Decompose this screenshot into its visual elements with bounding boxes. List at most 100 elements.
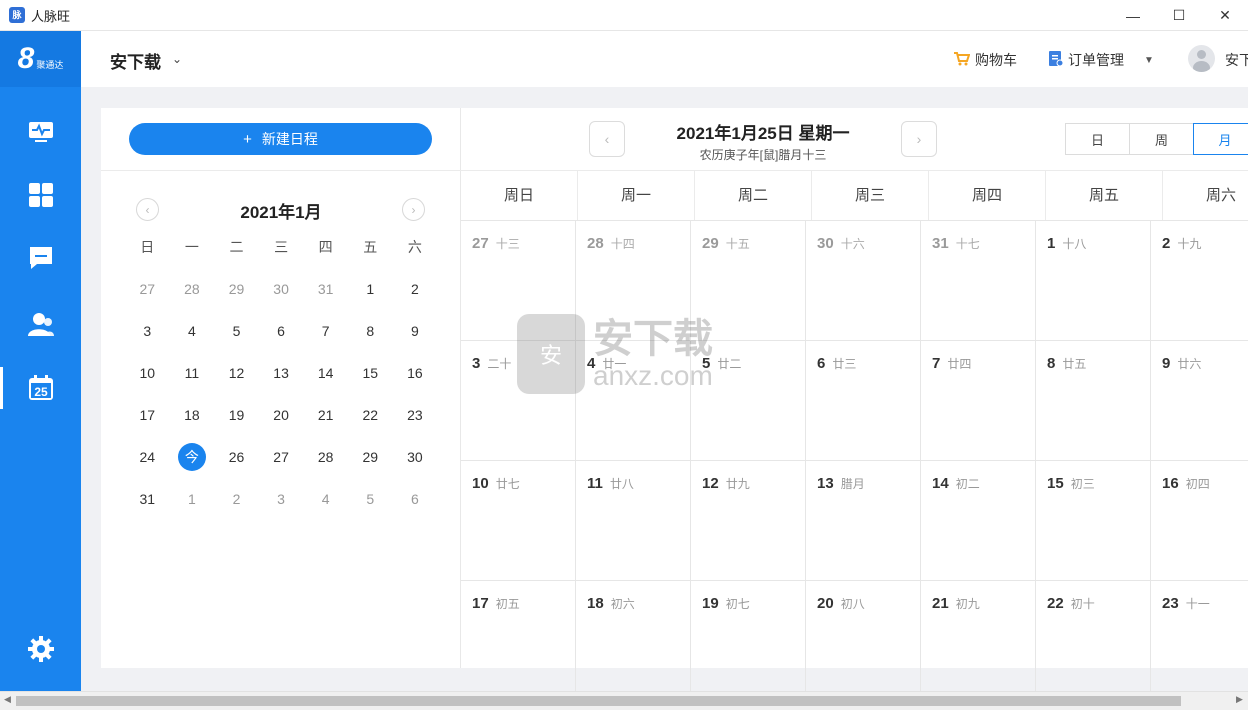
mini-day[interactable]: 1 bbox=[170, 491, 215, 507]
view-week-button[interactable]: 周 bbox=[1130, 124, 1194, 154]
mini-day[interactable]: 10 bbox=[125, 365, 170, 381]
avatar[interactable] bbox=[1188, 45, 1215, 72]
month-day-cell[interactable]: 23 十一 bbox=[1151, 581, 1248, 701]
mini-day[interactable]: 5 bbox=[348, 491, 393, 507]
month-day-cell[interactable]: 19 初七 bbox=[691, 581, 806, 701]
mini-day[interactable]: 18 bbox=[170, 407, 215, 423]
orders-link[interactable]: 订单管理 ▼ bbox=[1049, 50, 1154, 70]
month-day-cell[interactable]: 31 十七 bbox=[921, 221, 1036, 341]
mini-day[interactable]: 4 bbox=[303, 491, 348, 507]
mini-day[interactable]: 12 bbox=[214, 365, 259, 381]
scroll-right-icon[interactable]: ▶ bbox=[1236, 694, 1243, 705]
mini-day[interactable]: 23 bbox=[393, 407, 438, 423]
mini-day[interactable]: 5 bbox=[214, 323, 259, 339]
mini-day[interactable]: 19 bbox=[214, 407, 259, 423]
month-day-cell[interactable]: 29 十五 bbox=[691, 221, 806, 341]
month-day-cell[interactable]: 27 十三 bbox=[461, 221, 576, 341]
mini-day[interactable]: 13 bbox=[259, 365, 304, 381]
mini-day[interactable]: 6 bbox=[259, 323, 304, 339]
month-day-cell[interactable]: 8 廿五 bbox=[1036, 341, 1151, 461]
month-day-cell[interactable]: 13 腊月 bbox=[806, 461, 921, 581]
maximize-button[interactable]: ☐ bbox=[1156, 0, 1202, 31]
month-day-cell[interactable]: 22 初十 bbox=[1036, 581, 1151, 701]
next-period-button[interactable]: › bbox=[901, 121, 937, 157]
month-day-cell[interactable]: 2 十九 bbox=[1151, 221, 1248, 341]
mini-day[interactable]: 30 bbox=[259, 281, 304, 297]
mini-day-today[interactable]: 今 bbox=[170, 443, 215, 471]
month-day-cell[interactable]: 1 十八 bbox=[1036, 221, 1151, 341]
mini-day[interactable]: 29 bbox=[348, 449, 393, 465]
month-day-cell[interactable]: 21 初九 bbox=[921, 581, 1036, 701]
month-day-cell[interactable]: 15 初三 bbox=[1036, 461, 1151, 581]
mini-day[interactable]: 28 bbox=[170, 281, 215, 297]
month-day-cell[interactable]: 20 初八 bbox=[806, 581, 921, 701]
mini-day[interactable]: 16 bbox=[393, 365, 438, 381]
minimize-button[interactable]: — bbox=[1110, 0, 1156, 31]
mini-day[interactable]: 20 bbox=[259, 407, 304, 423]
view-day-button[interactable]: 日 bbox=[1066, 124, 1130, 154]
month-day-cell[interactable]: 28 十四 bbox=[576, 221, 691, 341]
mini-day[interactable]: 2 bbox=[393, 281, 438, 297]
next-month-button[interactable]: › bbox=[402, 198, 425, 221]
sidebar-item-dashboard[interactable] bbox=[0, 111, 81, 153]
mini-day[interactable]: 28 bbox=[303, 449, 348, 465]
month-day-cell[interactable]: 9 廿六 bbox=[1151, 341, 1248, 461]
scroll-left-icon[interactable]: ◀ bbox=[4, 694, 11, 705]
chevron-down-icon[interactable]: ⌄ bbox=[172, 52, 182, 66]
month-day-cell[interactable]: 12 廿九 bbox=[691, 461, 806, 581]
mini-day[interactable]: 3 bbox=[259, 491, 304, 507]
mini-day[interactable]: 29 bbox=[214, 281, 259, 297]
month-day-cell[interactable]: 10 廿七 bbox=[461, 461, 576, 581]
month-day-cell[interactable]: 16 初四 bbox=[1151, 461, 1248, 581]
prev-month-button[interactable]: ‹ bbox=[136, 198, 159, 221]
mini-day[interactable]: 22 bbox=[348, 407, 393, 423]
mini-day[interactable]: 31 bbox=[303, 281, 348, 297]
close-button[interactable]: ✕ bbox=[1202, 0, 1248, 31]
mini-day[interactable]: 15 bbox=[348, 365, 393, 381]
cart-link[interactable]: 购物车 bbox=[954, 50, 1017, 70]
mini-day[interactable]: 17 bbox=[125, 407, 170, 423]
month-day-cell[interactable]: 18 初六 bbox=[576, 581, 691, 701]
new-schedule-button[interactable]: + 新建日程 bbox=[129, 123, 432, 155]
prev-period-button[interactable]: ‹ bbox=[589, 121, 625, 157]
mini-day[interactable]: 9 bbox=[393, 323, 438, 339]
scrollbar-thumb[interactable] bbox=[16, 696, 1181, 706]
view-month-button[interactable]: 月 bbox=[1193, 123, 1248, 155]
caret-down-icon[interactable]: ▼ bbox=[1144, 55, 1154, 66]
mini-day[interactable]: 1 bbox=[348, 281, 393, 297]
mini-day[interactable]: 27 bbox=[125, 281, 170, 297]
mini-day[interactable]: 21 bbox=[303, 407, 348, 423]
month-day-cell[interactable]: 17 初五 bbox=[461, 581, 576, 701]
month-day-cell[interactable]: 11 廿八 bbox=[576, 461, 691, 581]
horizontal-scrollbar[interactable]: ◀ ▶ bbox=[0, 691, 1248, 710]
mini-day[interactable]: 7 bbox=[303, 323, 348, 339]
settings-button[interactable] bbox=[0, 628, 81, 670]
month-day-cell[interactable]: 6 廿三 bbox=[806, 341, 921, 461]
account-name[interactable]: 安下载 bbox=[1225, 50, 1248, 70]
sidebar-item-messages[interactable] bbox=[0, 237, 81, 279]
sidebar-item-contacts[interactable] bbox=[0, 303, 81, 345]
mini-day[interactable]: 11 bbox=[170, 365, 215, 381]
month-day-cell[interactable]: 5 廿二 bbox=[691, 341, 806, 461]
mini-day[interactable]: 30 bbox=[393, 449, 438, 465]
mini-day[interactable]: 24 bbox=[125, 449, 170, 465]
order-icon bbox=[1049, 51, 1064, 69]
mini-day[interactable]: 8 bbox=[348, 323, 393, 339]
month-day-cell[interactable]: 4 廿一 bbox=[576, 341, 691, 461]
sidebar-item-calendar[interactable]: 25 bbox=[0, 367, 81, 409]
mini-day[interactable]: 4 bbox=[170, 323, 215, 339]
month-day-cell[interactable]: 30 十六 bbox=[806, 221, 921, 341]
day-number: 1 bbox=[1047, 235, 1056, 252]
month-day-cell[interactable]: 3 二十 bbox=[461, 341, 576, 461]
sidebar-item-apps[interactable] bbox=[0, 174, 81, 216]
current-user[interactable]: 安下载 bbox=[110, 48, 161, 73]
mini-day[interactable]: 3 bbox=[125, 323, 170, 339]
mini-day[interactable]: 2 bbox=[214, 491, 259, 507]
mini-day[interactable]: 31 bbox=[125, 491, 170, 507]
mini-day[interactable]: 14 bbox=[303, 365, 348, 381]
month-day-cell[interactable]: 7 廿四 bbox=[921, 341, 1036, 461]
mini-day[interactable]: 6 bbox=[393, 491, 438, 507]
month-day-cell[interactable]: 14 初二 bbox=[921, 461, 1036, 581]
mini-day[interactable]: 27 bbox=[259, 449, 304, 465]
mini-day[interactable]: 26 bbox=[214, 449, 259, 465]
